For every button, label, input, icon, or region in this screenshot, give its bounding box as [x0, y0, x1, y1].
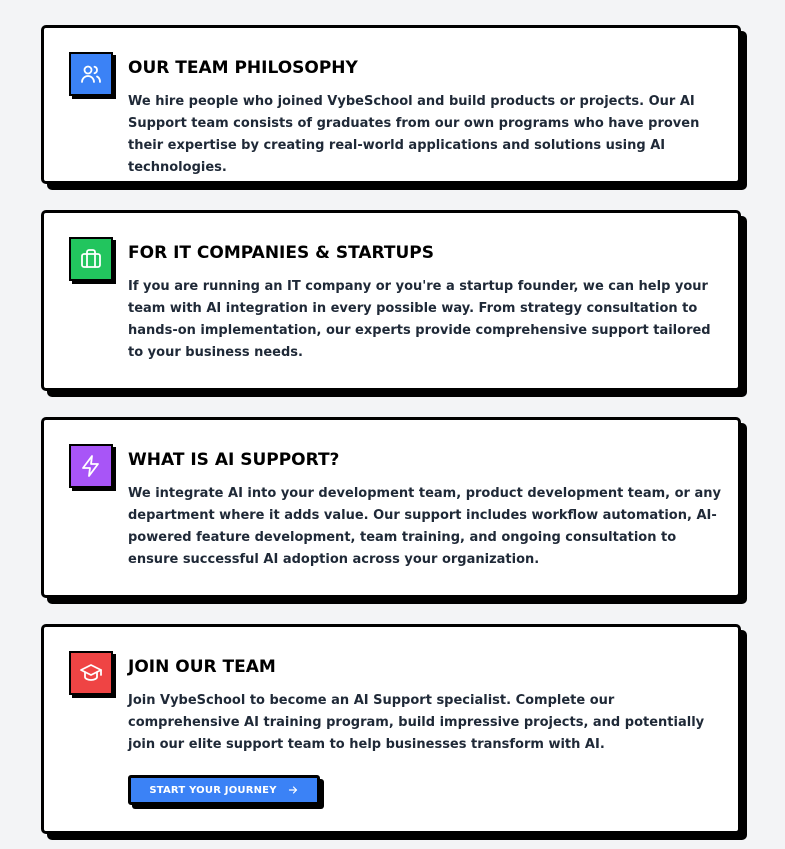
it-companies-card: FOR IT COMPANIES & STARTUPS If you are r… — [41, 210, 741, 391]
briefcase-icon — [69, 237, 113, 281]
start-your-journey-button[interactable]: START YOUR JOURNEY — [128, 775, 320, 805]
card-title: FOR IT COMPANIES & STARTUPS — [128, 243, 434, 263]
graduation-cap-icon — [69, 651, 113, 695]
card-description: We integrate AI into your development te… — [128, 486, 721, 567]
team-philosophy-card: OUR TEAM PHILOSOPHY We hire people who j… — [41, 25, 741, 184]
card-description: Join VybeSchool to become an AI Support … — [128, 693, 705, 752]
lightning-icon — [69, 444, 113, 488]
join-team-card: JOIN OUR TEAM Join VybeSchool to become … — [41, 624, 741, 834]
users-icon — [69, 52, 113, 96]
card-description: If you are running an IT company or you'… — [128, 279, 711, 360]
ai-support-card: WHAT IS AI SUPPORT? We integrate AI into… — [41, 417, 741, 598]
card-title: WHAT IS AI SUPPORT? — [128, 450, 340, 470]
card-title: OUR TEAM PHILOSOPHY — [128, 58, 358, 78]
button-label: START YOUR JOURNEY — [149, 784, 277, 796]
card-description: We hire people who joined VybeSchool and… — [128, 94, 700, 175]
arrow-right-icon — [288, 786, 297, 794]
card-title: JOIN OUR TEAM — [128, 657, 276, 677]
